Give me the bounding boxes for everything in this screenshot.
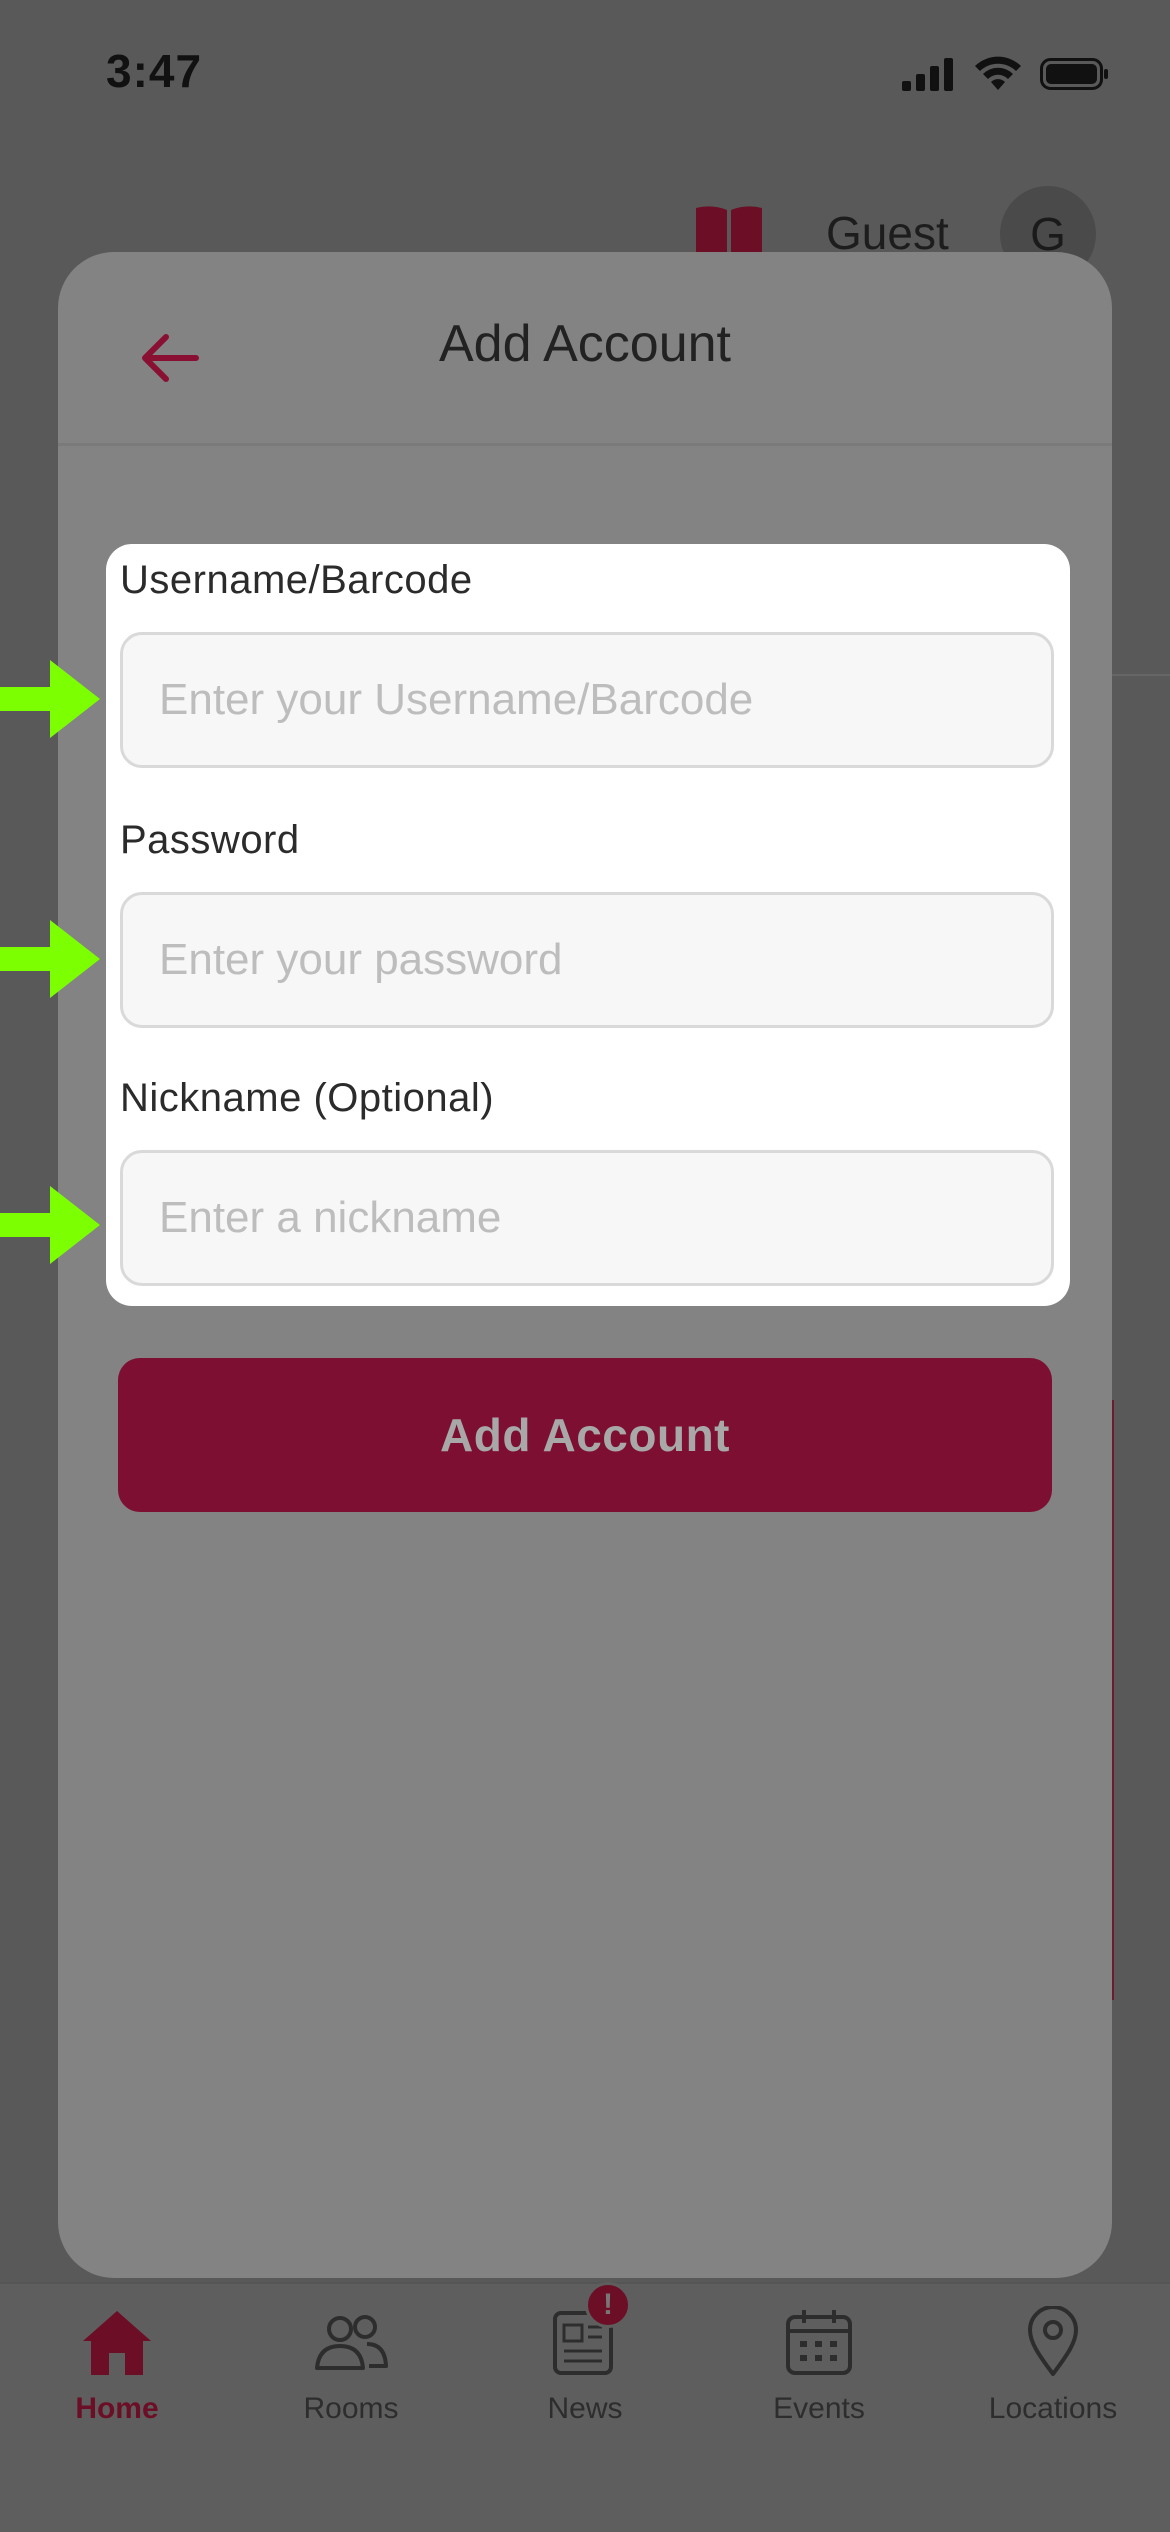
add-account-button[interactable]: Add Account bbox=[118, 1358, 1052, 1512]
newspaper-icon: ! bbox=[545, 2282, 631, 2382]
tab-label: News bbox=[547, 2392, 623, 2425]
status-time: 3:47 bbox=[106, 45, 203, 97]
tab-label: Home bbox=[75, 2392, 159, 2425]
cellular-signal-icon bbox=[902, 58, 953, 91]
calendar-icon bbox=[779, 2302, 859, 2382]
tab-label: Events bbox=[773, 2392, 865, 2425]
wifi-icon bbox=[975, 56, 1021, 90]
status-icons bbox=[902, 56, 1110, 92]
battery-icon bbox=[1040, 58, 1108, 90]
tab-rooms[interactable]: Rooms bbox=[234, 2302, 468, 2532]
tab-bar: Home Rooms ! News Events Locations bbox=[0, 2282, 1170, 2532]
tab-news[interactable]: ! News bbox=[468, 2282, 702, 2532]
nickname-input[interactable] bbox=[120, 1150, 1054, 1286]
annotation-arrow-icon bbox=[0, 920, 100, 998]
account-form-card: Username/Barcode Password Nickname (Opti… bbox=[106, 544, 1070, 1306]
background-divider bbox=[1112, 674, 1170, 676]
nickname-label: Nickname (Optional) bbox=[120, 1076, 495, 1120]
sheet-title: Add Account bbox=[439, 315, 731, 373]
sheet-header: Add Account bbox=[58, 252, 1112, 446]
username-input[interactable] bbox=[120, 632, 1054, 768]
password-label: Password bbox=[120, 818, 300, 862]
tab-label: Rooms bbox=[303, 2392, 399, 2425]
tab-home[interactable]: Home bbox=[0, 2302, 234, 2532]
people-icon bbox=[311, 2302, 391, 2382]
status-bar: 3:47 bbox=[0, 0, 1170, 150]
tab-label: Locations bbox=[988, 2392, 1118, 2425]
news-badge: ! bbox=[585, 2282, 631, 2328]
password-input[interactable] bbox=[120, 892, 1054, 1028]
tab-events[interactable]: Events bbox=[702, 2302, 936, 2532]
annotation-arrow-icon bbox=[0, 1186, 100, 1264]
annotation-arrow-icon bbox=[0, 660, 100, 738]
username-label: Username/Barcode bbox=[120, 558, 473, 602]
tab-locations[interactable]: Locations bbox=[936, 2302, 1170, 2532]
map-pin-icon bbox=[1013, 2302, 1093, 2382]
home-icon bbox=[77, 2302, 157, 2382]
